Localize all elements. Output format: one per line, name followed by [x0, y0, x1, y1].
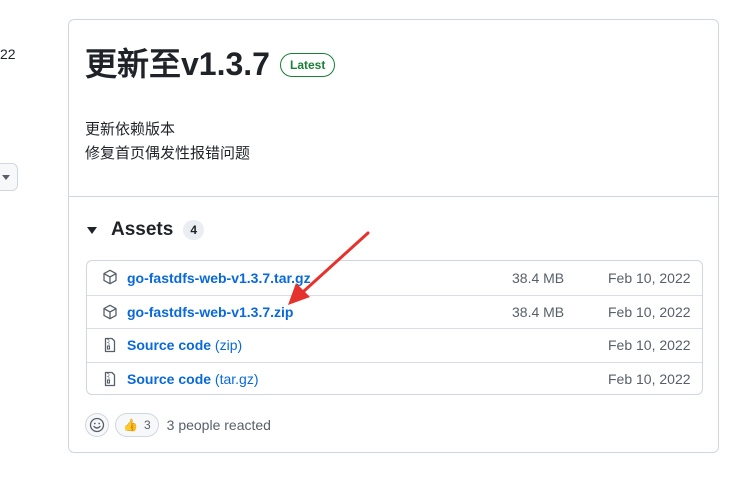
asset-date: Feb 10, 2022: [608, 303, 691, 320]
release-note-line: 更新依赖版本: [85, 121, 176, 138]
asset-row: Source code (zip) Feb 10, 2022: [87, 328, 702, 362]
asset-row: Source code (tar.gz) Feb 10, 2022: [87, 361, 702, 395]
release-title[interactable]: 更新至v1.3.7: [85, 44, 270, 84]
add-reaction-button[interactable]: [85, 413, 109, 437]
caret-down-icon: [2, 175, 10, 180]
assets-count-badge: 4: [183, 220, 205, 240]
asset-date: Feb 10, 2022: [608, 337, 691, 354]
reaction-count: 3: [143, 418, 151, 432]
release-notes: 更新依赖版本 修复首页偶发性报错问题: [85, 118, 250, 166]
asset-row: go-fastdfs-web-v1.3.7.zip 38.4 MB Feb 10…: [87, 294, 702, 329]
sidebar-dropdown-button[interactable]: [0, 163, 18, 191]
smiley-icon: [89, 417, 105, 433]
source-code-link[interactable]: Source code (tar.gz): [127, 371, 259, 387]
latest-badge: Latest: [280, 53, 336, 77]
file-zip-icon: [104, 371, 116, 386]
package-icon: [103, 269, 117, 285]
triangle-down-icon: [87, 226, 97, 234]
assets-heading: Assets: [111, 219, 174, 240]
thumbs-up-reaction-button[interactable]: 👍 3: [115, 413, 159, 437]
asset-link[interactable]: go-fastdfs-web-v1.3.7.zip: [127, 304, 293, 320]
asset-link[interactable]: go-fastdfs-web-v1.3.7.tar.gz: [127, 270, 311, 286]
file-zip-icon: [104, 337, 116, 353]
asset-date: Feb 10, 2022: [608, 269, 691, 286]
source-code-link[interactable]: Source code (zip): [127, 337, 242, 353]
asset-date: Feb 10, 2022: [608, 370, 691, 387]
package-icon: [103, 304, 117, 319]
asset-size: 38.4 MB: [512, 269, 565, 286]
thumbs-up-icon: 👍: [123, 418, 138, 432]
reactions-bar: 👍 3 3 people reacted: [85, 412, 271, 438]
sidebar-fragment-text: 22: [0, 46, 16, 62]
release-note-line: 修复首页偶发性报错问题: [85, 145, 251, 162]
asset-row: go-fastdfs-web-v1.3.7.tar.gz 38.4 MB Feb…: [87, 261, 702, 295]
release-card: 更新至v1.3.7 Latest 更新依赖版本 修复首页偶发性报错问题 Asse…: [68, 19, 719, 453]
asset-size: 38.4 MB: [512, 303, 565, 320]
assets-list: go-fastdfs-web-v1.3.7.tar.gz 38.4 MB Feb…: [86, 260, 703, 395]
divider: [69, 196, 718, 197]
assets-toggle[interactable]: Assets 4: [85, 217, 205, 243]
reactions-summary: 3 people reacted: [166, 417, 271, 433]
